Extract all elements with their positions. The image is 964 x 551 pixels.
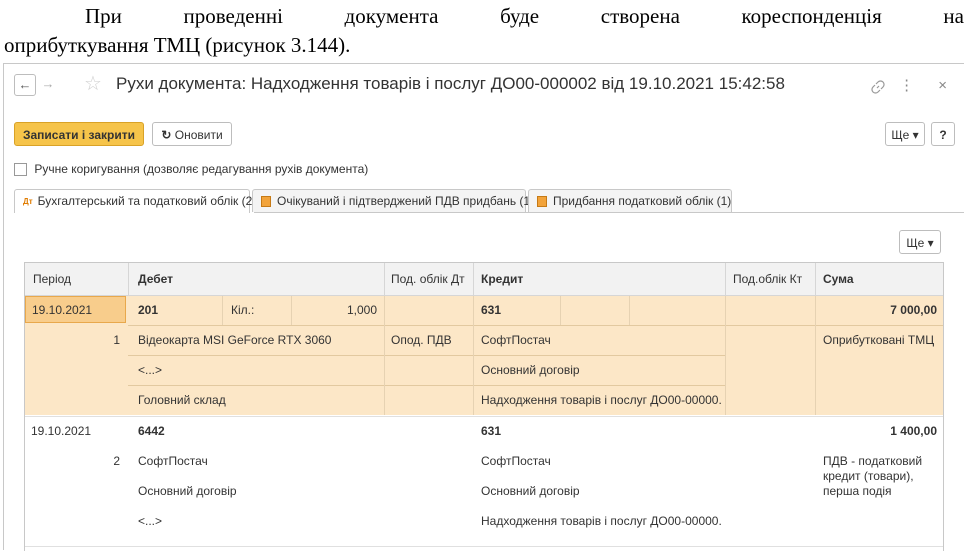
tab-divider — [254, 212, 964, 213]
back-button[interactable]: ← — [14, 74, 36, 96]
header-period[interactable]: Період — [33, 272, 71, 286]
word: кореспонденція — [741, 4, 882, 28]
word: документа — [344, 4, 439, 28]
divider — [222, 296, 223, 325]
tab-label: Придбання податковий облік (1) — [553, 194, 732, 208]
debit-account[interactable]: 201 — [138, 303, 158, 317]
debit-subconto-2[interactable]: Основний договір — [138, 484, 237, 498]
amount-note-line: перша подія — [823, 484, 892, 498]
amount-note[interactable]: Оприбутковані ТМЦ — [823, 333, 934, 347]
amount-value[interactable]: 7 000,00 — [823, 303, 937, 317]
period-cell[interactable]: 19.10.2021 — [25, 296, 126, 323]
divider — [25, 546, 943, 547]
tax-dt-value[interactable]: Опод. ПДВ — [391, 333, 452, 347]
word: буде — [500, 4, 540, 28]
divider — [384, 263, 385, 295]
refresh-button[interactable]: ↻ Оновити — [152, 122, 232, 146]
debit-account[interactable]: 6442 — [138, 424, 165, 438]
header-tax-kt[interactable]: Под.облік Кт — [733, 272, 802, 286]
window-controls: ⋮ × — [871, 76, 957, 94]
record-number: 1 — [113, 333, 120, 347]
close-icon[interactable]: × — [938, 77, 957, 94]
divider — [128, 385, 725, 386]
divider — [291, 296, 292, 325]
tab-bar: Дт Бухгалтерський та податковий облік (2)… — [14, 189, 964, 213]
divider — [473, 296, 474, 415]
credit-subconto-2[interactable]: Основний договір — [481, 484, 580, 498]
toolbar: Записати і закрити ↻ Оновити Ще ▾ ? — [14, 122, 955, 148]
document-movements-window: ← → ☆ Рухи документа: Надходження товарі… — [3, 63, 964, 551]
link-icon[interactable] — [871, 78, 899, 94]
header-debit[interactable]: Дебет — [138, 272, 173, 286]
amount-note-line: ПДВ - податковий — [823, 454, 923, 468]
manual-edit-checkbox-row[interactable]: Ручне коригування (дозволяє редагування … — [14, 162, 368, 178]
word: на — [943, 4, 964, 28]
divider — [560, 296, 561, 325]
debit-subconto-1[interactable]: СофтПостач — [138, 454, 208, 468]
paragraph-line-1: При проведенні документа буде створена к… — [85, 2, 964, 31]
refresh-label: Оновити — [174, 128, 223, 142]
debit-subconto-1[interactable]: Відеокарта MSI GeForce RTX 3060 — [138, 333, 331, 347]
divider — [128, 355, 725, 356]
debit-credit-icon: Дт — [23, 197, 33, 207]
period-cell[interactable]: 19.10.2021 — [31, 424, 91, 438]
register-icon — [537, 196, 547, 208]
tab-vat[interactable]: Очікуваний і підтверджений ПДВ придбань … — [252, 189, 534, 212]
credit-account[interactable]: 631 — [481, 424, 501, 438]
favorite-star-icon[interactable]: ☆ — [84, 73, 102, 95]
tab-purchase-tax[interactable]: Придбання податковий облік (1) — [528, 189, 732, 212]
tab-label: Бухгалтерський та податковий облік (2) — [37, 194, 257, 208]
divider — [725, 296, 726, 415]
amount-value[interactable]: 1 400,00 — [823, 424, 937, 438]
divider — [473, 263, 474, 295]
header-amount[interactable]: Сума — [823, 272, 854, 286]
more-menu-icon[interactable]: ⋮ — [899, 77, 924, 94]
divider — [815, 296, 816, 415]
help-button[interactable]: ? — [931, 122, 955, 146]
table-row[interactable]: 19.10.2021 2 6442 СофтПостач Основний до… — [25, 416, 943, 551]
amount-note-line: кредит (товари), — [823, 469, 914, 483]
tab-label: Очікуваний і підтверджений ПДВ придбань … — [277, 194, 535, 208]
register-icon — [261, 196, 271, 208]
divider — [128, 325, 943, 326]
credit-subconto-3[interactable]: Надходження товарів і послуг ДО00-00000.… — [481, 393, 721, 407]
credit-account[interactable]: 631 — [481, 303, 501, 317]
forward-button[interactable]: → — [38, 74, 58, 94]
window-titlebar: ← → ☆ Рухи документа: Надходження товарі… — [4, 64, 964, 108]
manual-edit-checkbox[interactable] — [14, 163, 27, 177]
credit-subconto-1[interactable]: СофтПостач — [481, 333, 551, 347]
manual-edit-label: Ручне коригування (дозволяє редагування … — [34, 162, 369, 176]
qty-value[interactable]: 1,000 — [295, 303, 377, 317]
divider — [815, 263, 816, 295]
word: проведенні — [183, 4, 283, 28]
credit-subconto-3[interactable]: Надходження товарів і послуг ДО00-00000.… — [481, 514, 721, 528]
debit-subconto-3[interactable]: <...> — [138, 514, 162, 528]
header-tax-dt[interactable]: Под. облік Дт — [391, 272, 465, 286]
more-button[interactable]: Ще ▾ — [885, 122, 925, 146]
window-title: Рухи документа: Надходження товарів і по… — [116, 74, 785, 93]
save-and-close-button[interactable]: Записати і закрити — [14, 122, 144, 146]
header-credit[interactable]: Кредит — [481, 272, 523, 286]
divider — [629, 296, 630, 325]
divider — [725, 263, 726, 295]
credit-subconto-1[interactable]: СофтПостач — [481, 454, 551, 468]
divider — [128, 263, 129, 295]
table-header: Період Дебет Под. облік Дт Кредит Под.об… — [25, 263, 943, 296]
record-number: 2 — [113, 454, 120, 468]
debit-subconto-2[interactable]: <...> — [138, 363, 162, 377]
word: При — [85, 4, 122, 28]
credit-subconto-2[interactable]: Основний договір — [481, 363, 580, 377]
grid-more-button[interactable]: Ще ▾ — [899, 230, 941, 254]
paragraph-line-2: оприбуткування ТМЦ (рисунок 3.144). — [4, 33, 351, 57]
word: створена — [600, 4, 680, 28]
refresh-icon: ↻ — [161, 128, 172, 142]
table-row[interactable]: 19.10.2021 1 201 Кіл.: 1,000 Відеокарта … — [25, 296, 943, 415]
divider — [384, 296, 385, 415]
debit-subconto-3[interactable]: Головний склад — [138, 393, 226, 407]
tab-accounting[interactable]: Дт Бухгалтерський та податковий облік (2) — [14, 189, 256, 213]
qty-label: Кіл.: — [231, 303, 255, 317]
movements-table: Період Дебет Под. облік Дт Кредит Под.об… — [24, 262, 944, 551]
amount-note[interactable]: ПДВ - податковий кредит (товари), перша … — [823, 454, 922, 499]
